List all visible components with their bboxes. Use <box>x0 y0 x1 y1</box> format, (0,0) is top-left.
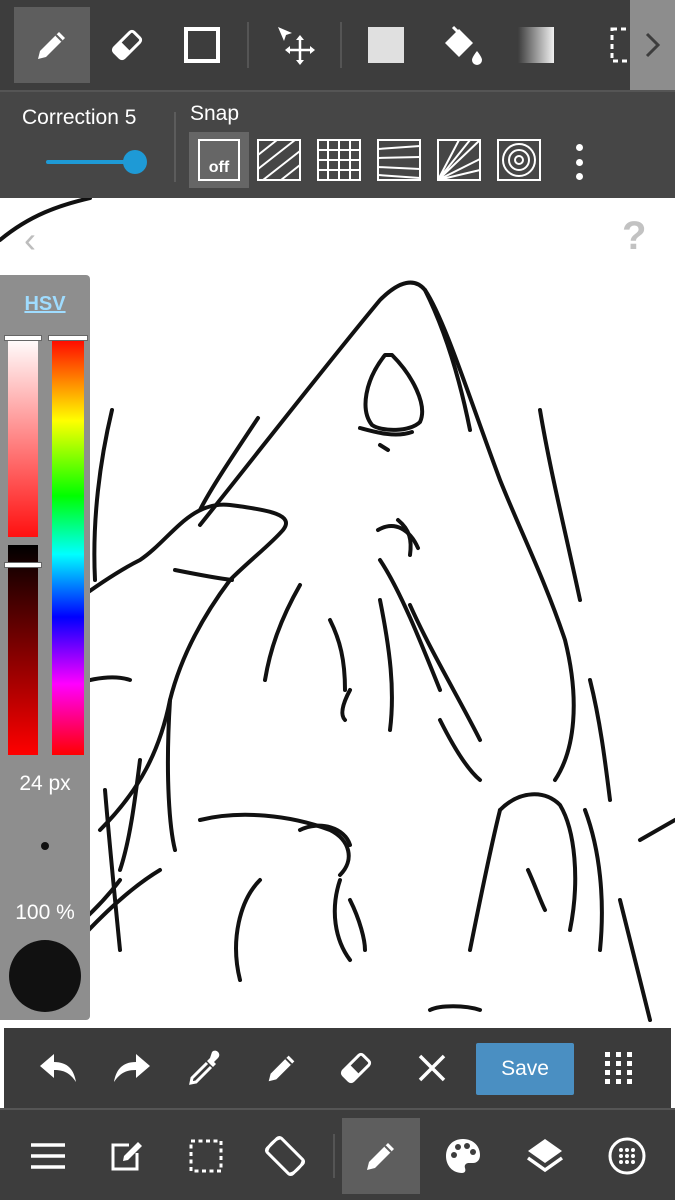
eyedropper-button[interactable] <box>176 1038 236 1098</box>
drawing-canvas[interactable] <box>0 198 675 1028</box>
nav-divider <box>333 1134 335 1178</box>
snap-radial-button[interactable] <box>429 132 489 188</box>
snap-vanishing-button[interactable] <box>369 132 429 188</box>
fill-rectangle-icon <box>368 27 404 63</box>
snap-parallel-button[interactable] <box>249 132 309 188</box>
hue-slider[interactable] <box>52 337 84 755</box>
collapse-panel-button[interactable]: ‹ <box>24 222 36 258</box>
snap-concentric-icon <box>497 139 541 181</box>
more-options-icon[interactable] <box>566 142 592 182</box>
brush-dot-icon <box>608 1137 646 1175</box>
saturation-handle[interactable] <box>4 335 42 341</box>
toolbar-divider <box>247 22 249 68</box>
brush-size-label[interactable]: 24 px <box>0 772 90 796</box>
shape-rectangle-icon <box>184 27 220 63</box>
value-handle[interactable] <box>4 562 42 568</box>
edit-icon <box>111 1142 142 1171</box>
clear-icon <box>418 1054 446 1082</box>
snap-grid-button[interactable] <box>309 132 369 188</box>
move-tool-button[interactable] <box>258 7 334 83</box>
bucket-tool-button[interactable] <box>423 7 499 83</box>
pen-icon <box>38 32 65 59</box>
snap-label: Snap <box>190 102 240 125</box>
snap-concentric-button[interactable] <box>489 132 549 188</box>
eraser-tool-button[interactable] <box>89 7 165 83</box>
snap-grid-icon <box>317 139 361 181</box>
top-toolbar <box>0 0 675 90</box>
tool-options-bar: Correction 5 Snap off <box>0 90 675 198</box>
shape-tool-button[interactable] <box>164 7 240 83</box>
toolbar-divider <box>340 22 342 68</box>
brush-button[interactable] <box>342 1118 420 1194</box>
action-bar: Save <box>4 1028 671 1108</box>
redo-icon <box>114 1054 150 1082</box>
quick-pen-button[interactable] <box>252 1038 312 1098</box>
chevron-right-icon <box>645 32 660 58</box>
current-color-swatch[interactable] <box>9 940 81 1012</box>
eraser-icon <box>111 29 143 61</box>
saturation-slider[interactable] <box>8 337 38 537</box>
snap-radial-icon <box>437 139 481 181</box>
correction-slider-thumb[interactable] <box>123 150 147 174</box>
rotate-canvas-button[interactable] <box>246 1118 324 1194</box>
paint-bucket-icon <box>445 25 482 65</box>
menu-button[interactable] <box>9 1118 87 1194</box>
quick-eraser-button[interactable] <box>326 1038 386 1098</box>
bottom-navigation <box>0 1108 675 1200</box>
layers-button[interactable] <box>506 1118 584 1194</box>
options-divider <box>174 112 176 182</box>
rotate-icon <box>264 1135 306 1177</box>
gradient-icon <box>518 27 554 63</box>
hue-handle[interactable] <box>48 335 88 341</box>
snap-off-label: off <box>208 159 230 176</box>
opacity-label[interactable]: 100 % <box>0 901 90 925</box>
line-art-drawing <box>0 198 675 1022</box>
fill-shape-tool-button[interactable] <box>348 7 424 83</box>
value-slider[interactable] <box>8 545 38 755</box>
undo-button[interactable] <box>28 1038 88 1098</box>
redo-button[interactable] <box>102 1038 162 1098</box>
more-actions-button[interactable] <box>589 1038 649 1098</box>
selection-icon <box>189 1139 223 1173</box>
snap-parallel-icon <box>257 139 301 181</box>
clear-button[interactable] <box>402 1038 462 1098</box>
color-panel: HSV 24 px 100 % <box>0 275 90 1020</box>
brush-settings-button[interactable] <box>588 1118 666 1194</box>
menu-icon <box>31 1143 65 1169</box>
toolbar-scroll-right-button[interactable] <box>630 0 675 90</box>
palette-button[interactable] <box>424 1118 502 1194</box>
palette-icon <box>446 1139 480 1173</box>
grid-dots-icon <box>605 1052 632 1084</box>
eyedropper-icon <box>189 1050 220 1085</box>
layers-icon <box>526 1139 564 1173</box>
help-button[interactable]: ? <box>622 216 646 256</box>
snap-vanishing-icon <box>377 139 421 181</box>
brush-size-preview <box>41 842 49 850</box>
gradient-tool-button[interactable] <box>498 7 574 83</box>
edit-button[interactable] <box>87 1118 165 1194</box>
save-button[interactable]: Save <box>476 1043 574 1095</box>
correction-label: Correction 5 <box>22 106 137 129</box>
snap-off-button[interactable]: off <box>189 132 249 188</box>
move-transform-icon <box>278 27 315 65</box>
pen-icon <box>268 1055 295 1082</box>
pen-icon <box>367 1143 394 1170</box>
undo-icon <box>40 1054 76 1082</box>
select-button[interactable] <box>167 1118 245 1194</box>
eraser-icon <box>340 1052 372 1084</box>
pen-tool-button[interactable] <box>14 7 90 83</box>
hsv-mode-link[interactable]: HSV <box>0 293 90 316</box>
snap-off-icon: off <box>198 139 240 181</box>
